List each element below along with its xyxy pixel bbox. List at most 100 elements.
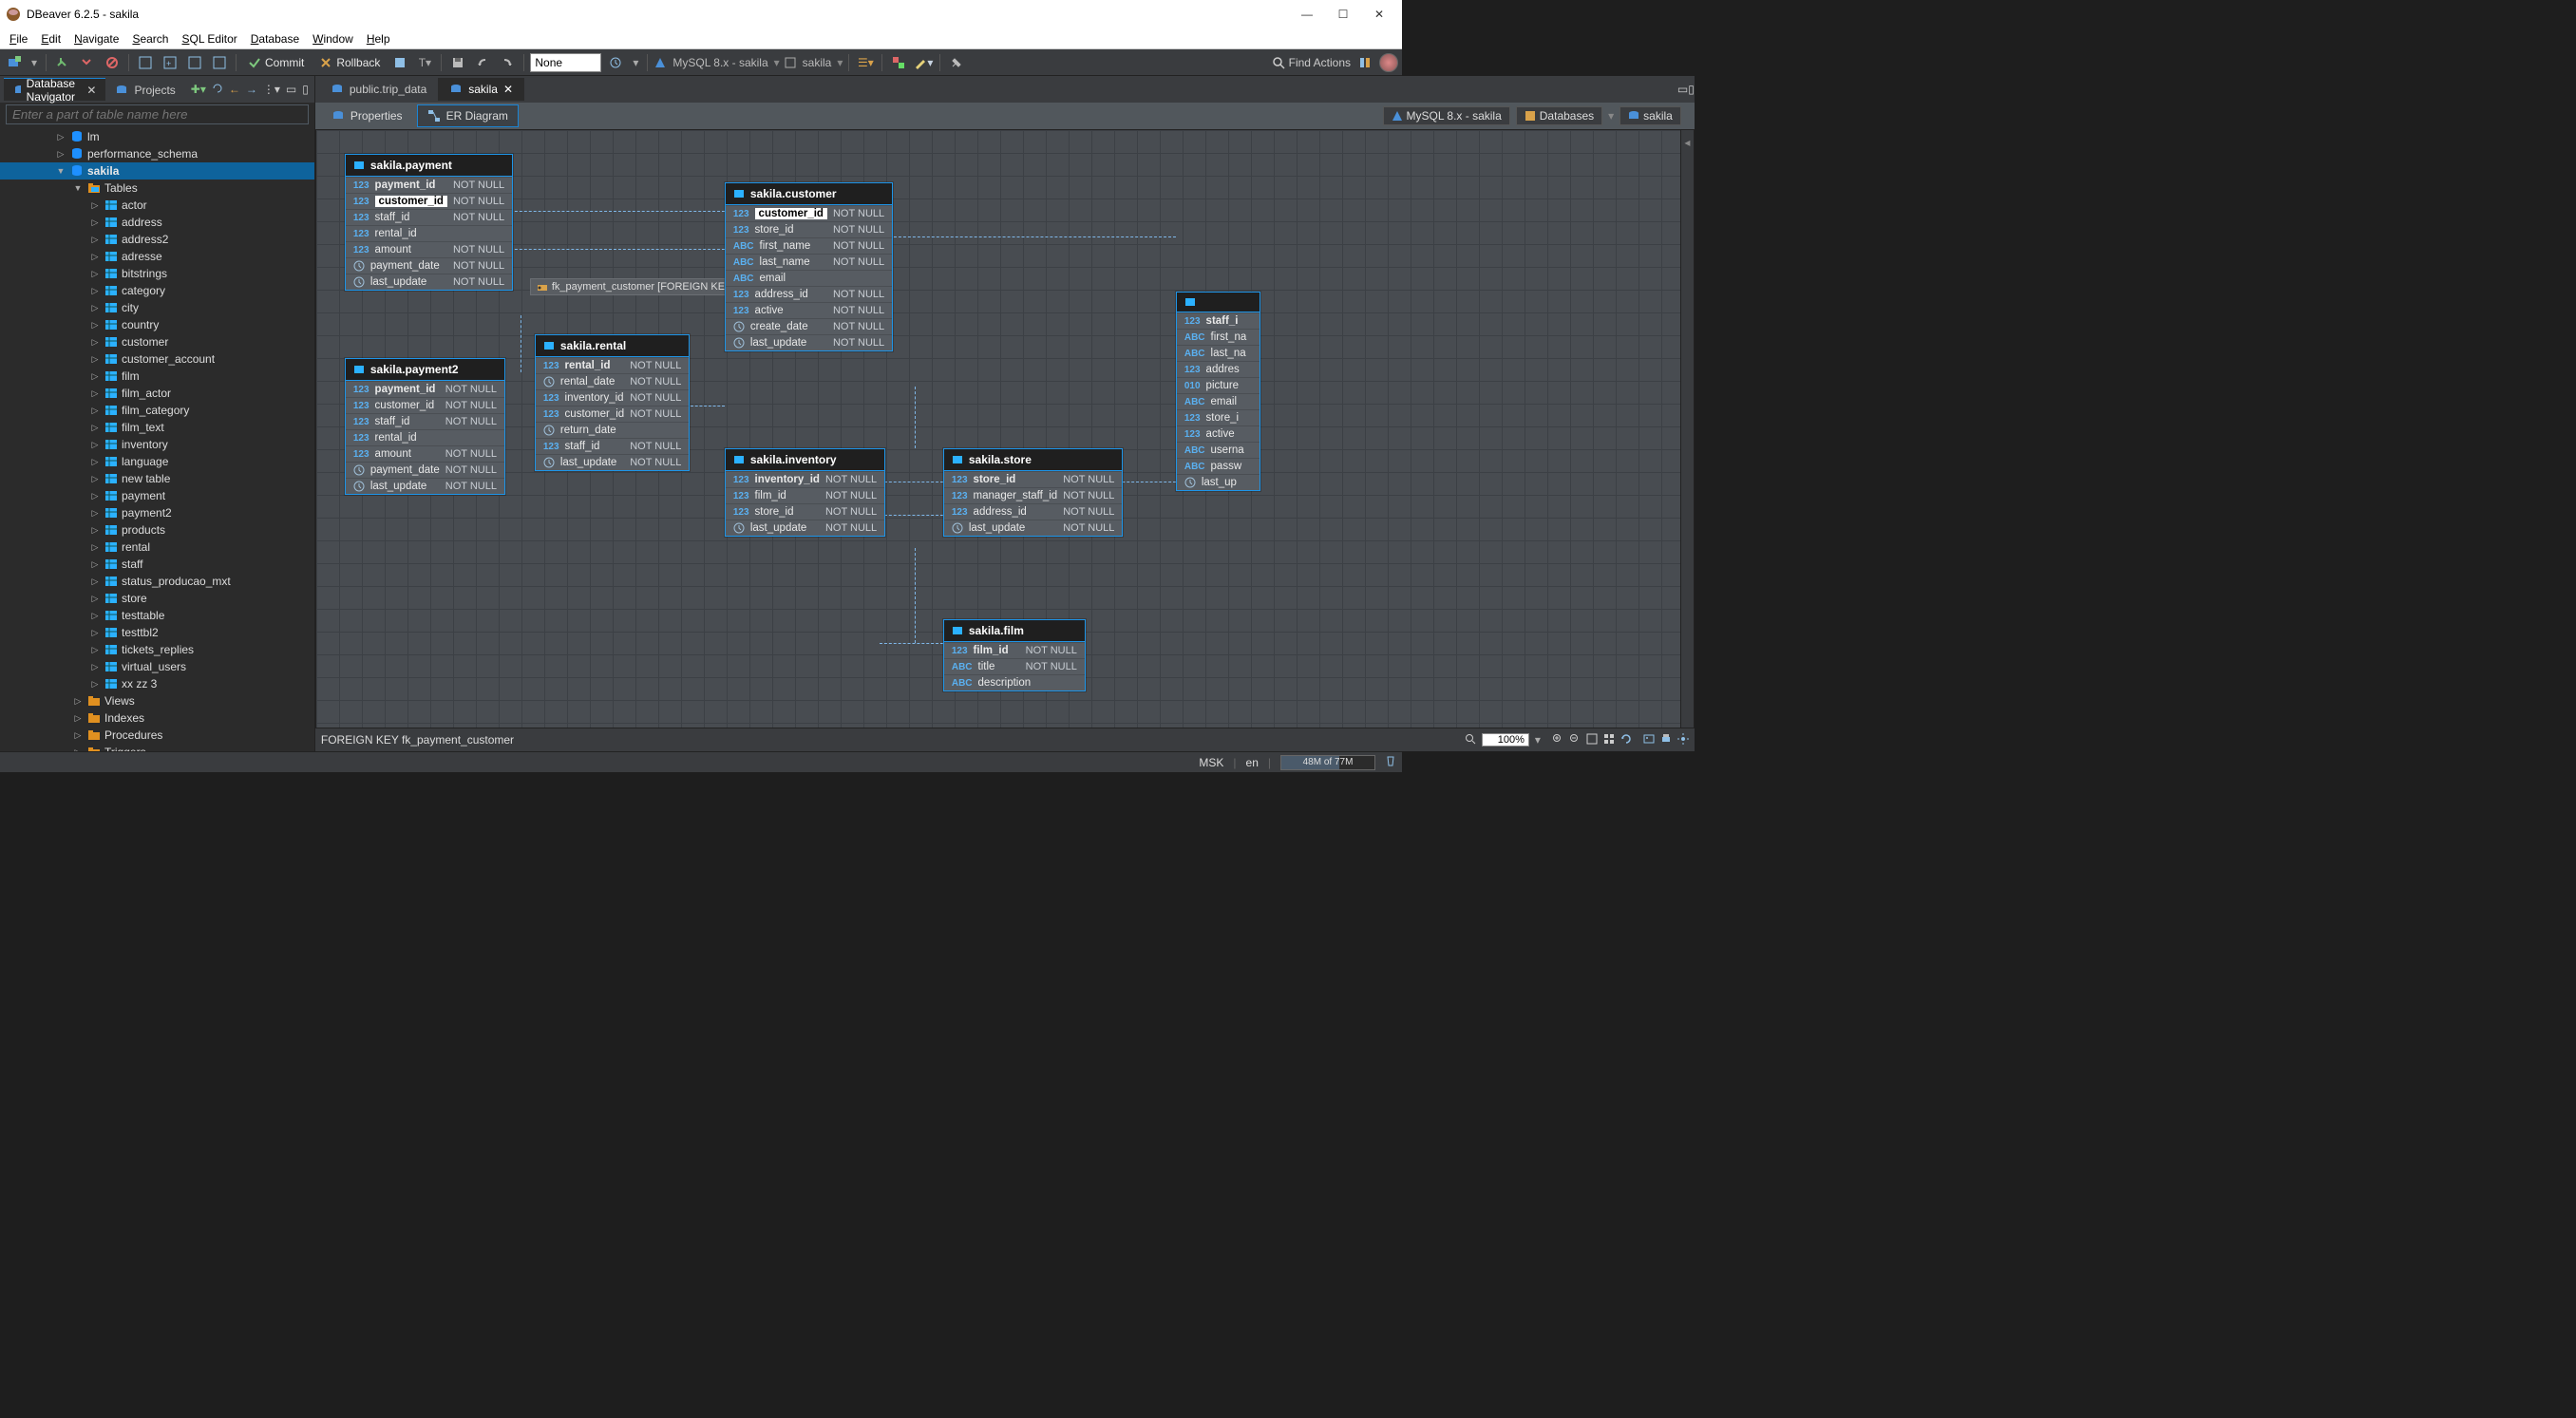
entity-column[interactable]: 123activeNOT NULL (726, 302, 892, 318)
nav-back-button[interactable]: ← (229, 83, 240, 96)
expander-icon[interactable]: ▷ (89, 423, 101, 433)
entity-column[interactable]: 123inventory_idNOT NULL (726, 471, 884, 487)
tree-node-film[interactable]: ▷film (0, 368, 314, 385)
tab-close-icon[interactable]: ✕ (86, 84, 96, 97)
er-colors-button[interactable] (888, 52, 909, 73)
entity-column[interactable]: 123payment_idNOT NULL (346, 381, 504, 397)
tree-node-status_producao_mxt[interactable]: ▷status_producao_mxt (0, 573, 314, 590)
tree-node-bitstrings[interactable]: ▷bitstrings (0, 265, 314, 282)
connection-selector[interactable]: MySQL 8.x - sakila▾ (653, 56, 779, 69)
subtab-er-diagram[interactable]: ER Diagram (417, 104, 519, 127)
entity-column[interactable]: 123customer_idNOT NULL (536, 406, 690, 422)
nav-refresh-button[interactable] (212, 83, 223, 97)
nav-new-conn-button[interactable]: ✚▾ (191, 83, 206, 96)
entity-column[interactable]: ABCemail (1177, 393, 1260, 409)
entity-column[interactable]: create_dateNOT NULL (726, 318, 892, 334)
editor-tab-public-trip_data[interactable]: public.trip_data (319, 78, 438, 101)
tab-close-icon[interactable]: ✕ (503, 83, 513, 96)
entity-column[interactable]: ABCuserna (1177, 442, 1260, 458)
expander-icon[interactable]: ▷ (89, 611, 101, 621)
expander-icon[interactable]: ▷ (89, 303, 101, 313)
disconnect-button[interactable] (77, 52, 98, 73)
entity-column[interactable]: 123store_i (1177, 409, 1260, 425)
tree-node-category[interactable]: ▷category (0, 282, 314, 299)
expander-icon[interactable]: ▷ (89, 491, 101, 501)
tree-node-rental[interactable]: ▷rental (0, 539, 314, 556)
expander-icon[interactable]: ▷ (72, 696, 84, 707)
tree-node-lm[interactable]: ▷lm (0, 128, 314, 145)
entity-staff[interactable]: 123staff_iABCfirst_naABClast_na123addres… (1176, 292, 1260, 491)
expander-icon[interactable]: ▷ (89, 662, 101, 672)
tree-node-inventory[interactable]: ▷inventory (0, 436, 314, 453)
entity-column[interactable]: last_up (1177, 474, 1260, 490)
tree-node-actor[interactable]: ▷actor (0, 197, 314, 214)
tree-node-views[interactable]: ▷Views (0, 692, 314, 709)
tasks-button[interactable]: ☰▾ (855, 52, 876, 73)
expander-icon[interactable]: ▷ (89, 406, 101, 416)
menu-navigate[interactable]: Navigate (68, 30, 124, 47)
entity-store[interactable]: sakila.store123store_idNOT NULL123manage… (943, 448, 1124, 537)
tree-node-xx-zz-3[interactable]: ▷xx zz 3 (0, 675, 314, 692)
new-connection-dropdown[interactable]: ▾ (28, 52, 40, 73)
tree-node-payment2[interactable]: ▷payment2 (0, 504, 314, 521)
expander-icon[interactable]: ▷ (89, 337, 101, 348)
entity-column[interactable]: last_updateNOT NULL (346, 274, 512, 290)
expander-icon[interactable]: ▷ (72, 730, 84, 741)
expander-icon[interactable]: ▷ (89, 320, 101, 331)
expander-icon[interactable]: ▷ (89, 474, 101, 484)
tree-node-country[interactable]: ▷country (0, 316, 314, 333)
print-button[interactable] (1660, 733, 1672, 747)
highlight-button[interactable]: ▾ (913, 52, 934, 73)
menu-search[interactable]: Search (126, 30, 174, 47)
entity-column[interactable]: ABCpassw (1177, 458, 1260, 474)
entity-inventory[interactable]: sakila.inventory123inventory_idNOT NULL1… (725, 448, 885, 537)
er-diagram-canvas[interactable]: fk_payment_customer [FOREIGN KEY] ◂ saki… (316, 130, 1694, 728)
tree-node-indexes[interactable]: ▷Indexes (0, 709, 314, 727)
tree-node-new-table[interactable]: ▷new table (0, 470, 314, 487)
database-tree[interactable]: ▷lm▷performance_schema▼sakila▼Tables▷act… (0, 126, 314, 751)
gc-button[interactable] (1385, 755, 1396, 769)
diag-search-button[interactable] (1465, 733, 1476, 747)
entity-column[interactable]: payment_dateNOT NULL (346, 462, 504, 478)
entity-column[interactable]: 123manager_staff_idNOT NULL (944, 487, 1123, 503)
tree-node-film_actor[interactable]: ▷film_actor (0, 385, 314, 402)
editor-minimize-button[interactable]: ▭ (1677, 83, 1688, 96)
entity-column[interactable]: 123amountNOT NULL (346, 241, 512, 257)
expander-icon[interactable]: ▷ (89, 628, 101, 638)
entity-column[interactable]: 123addres (1177, 361, 1260, 377)
recent-sql-button[interactable] (184, 52, 205, 73)
invalidate-button[interactable] (102, 52, 123, 73)
menu-edit[interactable]: Edit (35, 30, 66, 47)
entity-header[interactable]: sakila.payment2 (346, 359, 504, 381)
tree-node-language[interactable]: ▷language (0, 453, 314, 470)
expander-icon[interactable]: ▷ (89, 440, 101, 450)
tree-node-triggers[interactable]: ▷Triggers (0, 744, 314, 751)
entity-column[interactable]: 123staff_idNOT NULL (346, 413, 504, 429)
close-button[interactable]: ✕ (1370, 5, 1389, 24)
expander-icon[interactable]: ▷ (89, 679, 101, 690)
save-button[interactable] (447, 52, 468, 73)
expander-icon[interactable]: ▷ (55, 132, 66, 142)
entity-column[interactable]: 123address_idNOT NULL (944, 503, 1123, 520)
entity-column[interactable]: payment_dateNOT NULL (346, 257, 512, 274)
menu-window[interactable]: Window (307, 30, 359, 47)
entity-column[interactable]: 123payment_idNOT NULL (346, 177, 512, 193)
entity-column[interactable]: 123store_idNOT NULL (726, 503, 884, 520)
tx-isolation-select[interactable] (530, 53, 601, 72)
tx-history-dropdown[interactable]: ▾ (630, 52, 641, 73)
entity-film[interactable]: sakila.film123film_idNOT NULLABCtitleNOT… (943, 619, 1086, 691)
entity-column[interactable]: 123amountNOT NULL (346, 445, 504, 462)
tree-node-sakila[interactable]: ▼sakila (0, 162, 314, 180)
open-sql-button[interactable] (209, 52, 230, 73)
expander-icon[interactable]: ▷ (89, 235, 101, 245)
entity-header[interactable]: sakila.customer (726, 183, 892, 205)
entity-header[interactable]: sakila.payment (346, 155, 512, 177)
entity-payment2[interactable]: sakila.payment2123payment_idNOT NULL123c… (345, 358, 505, 495)
settings-button[interactable] (1677, 733, 1689, 747)
database-selector[interactable]: sakila▾ (784, 56, 843, 69)
expander-icon[interactable]: ▷ (72, 713, 84, 724)
expander-icon[interactable]: ▷ (89, 269, 101, 279)
sql-editor-button[interactable] (135, 52, 156, 73)
entity-column[interactable]: return_date (536, 422, 690, 438)
tree-node-tables[interactable]: ▼Tables (0, 180, 314, 197)
